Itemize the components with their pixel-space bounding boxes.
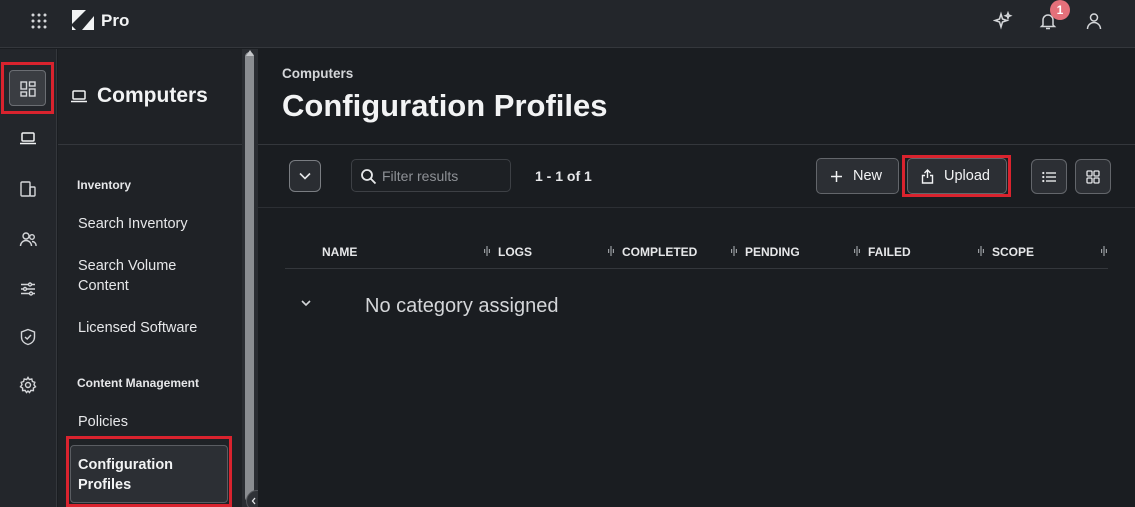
new-button[interactable]: New (816, 158, 899, 194)
chevron-down-icon (299, 172, 311, 180)
column-resize-icon[interactable] (853, 246, 861, 256)
breadcrumb[interactable]: Computers (282, 66, 353, 81)
sidebar-section-inventory: Inventory (77, 178, 132, 192)
mobile-devices-icon[interactable] (16, 177, 40, 201)
column-resize-icon[interactable] (483, 246, 491, 256)
column-header-completed[interactable]: COMPLETED (622, 245, 697, 259)
search-icon (360, 168, 377, 185)
upload-highlight-frame (902, 155, 1011, 197)
brand-logo-icon[interactable] (72, 10, 94, 30)
column-resize-icon[interactable] (730, 246, 738, 256)
computer-icon (70, 87, 88, 105)
column-resize-icon[interactable] (977, 246, 985, 256)
sidebar-header: Computers (58, 49, 242, 145)
shield-icon[interactable] (16, 325, 40, 349)
notification-badge[interactable]: 1 (1050, 0, 1070, 20)
column-header-scope[interactable]: SCOPE (992, 245, 1034, 259)
sidebar-highlight-frame (66, 436, 232, 507)
sidebar-title: Computers (97, 84, 208, 107)
scroll-up-arrow-icon[interactable] (246, 50, 254, 56)
column-resize-icon[interactable] (1100, 246, 1108, 256)
app-grid-icon[interactable] (27, 9, 51, 33)
computer-icon[interactable] (16, 126, 40, 150)
plus-icon (831, 170, 842, 182)
divider (258, 144, 1135, 145)
sidebar-section-content-management: Content Management (77, 376, 200, 390)
sidebar-item-licensed-software[interactable]: Licensed Software (78, 318, 228, 338)
filter-field[interactable] (351, 159, 511, 192)
results-count: 1 - 1 of 1 (535, 168, 592, 184)
brand-name[interactable]: Pro (101, 11, 129, 31)
column-header-pending[interactable]: PENDING (745, 245, 800, 259)
column-header-failed[interactable]: FAILED (868, 245, 911, 259)
users-icon[interactable] (16, 227, 40, 251)
sidebar-scroll-thumb[interactable] (245, 52, 254, 502)
sparkle-icon[interactable] (991, 9, 1015, 33)
user-icon[interactable] (1082, 9, 1106, 33)
sidebar-item-search-volume-content[interactable]: Search Volume Content (78, 256, 228, 296)
divider (258, 207, 1135, 208)
expand-all-button[interactable] (289, 160, 321, 192)
divider (285, 268, 1108, 269)
gear-icon[interactable] (16, 373, 40, 397)
category-group-row[interactable]: No category assigned (365, 295, 558, 318)
grid-view-button[interactable] (1075, 159, 1111, 194)
list-view-button[interactable] (1031, 159, 1067, 194)
column-header-name[interactable]: NAME (322, 245, 357, 259)
top-bar: Pro 1 (0, 0, 1135, 48)
dashboard-icon[interactable] (16, 77, 40, 101)
filter-input[interactable] (382, 166, 502, 186)
column-resize-icon[interactable] (607, 246, 615, 256)
sidebar-item-search-inventory[interactable]: Search Inventory (78, 214, 228, 234)
settings-sliders-icon[interactable] (16, 277, 40, 301)
sidebar-item-policies[interactable]: Policies (78, 412, 228, 432)
grid-icon (1086, 169, 1100, 184)
list-icon (1042, 171, 1056, 182)
chevron-down-icon[interactable] (299, 296, 313, 310)
page-title: Configuration Profiles (282, 88, 608, 123)
new-button-label: New (853, 168, 883, 184)
column-header-logs[interactable]: LOGS (498, 245, 532, 259)
